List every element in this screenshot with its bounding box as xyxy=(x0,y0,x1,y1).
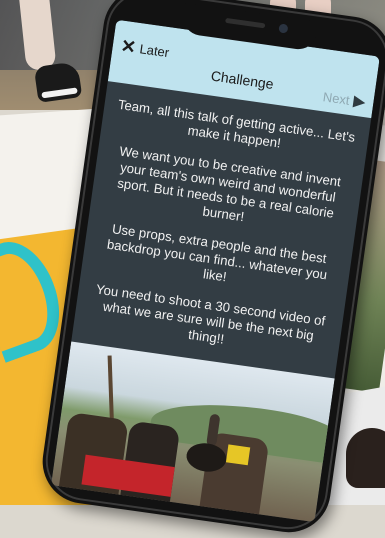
close-icon: ✕ xyxy=(119,35,138,58)
photo-yellow-flag xyxy=(225,444,251,466)
background-person-head xyxy=(346,428,385,488)
arrow-right-icon xyxy=(352,95,367,109)
next-label: Next xyxy=(321,89,351,108)
challenge-description: Team, all this talk of getting active...… xyxy=(81,96,359,376)
photo-pole xyxy=(107,355,115,426)
front-camera xyxy=(278,23,289,34)
speaker-grille xyxy=(225,17,266,29)
